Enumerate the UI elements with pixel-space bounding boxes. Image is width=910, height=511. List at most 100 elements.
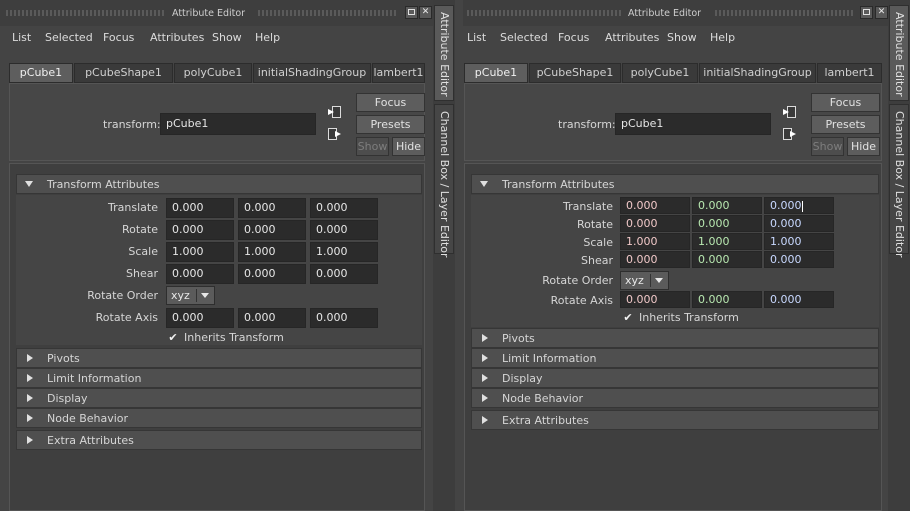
show-button[interactable]: Show — [356, 137, 389, 156]
scale-x-field[interactable]: 1.000 — [166, 242, 234, 262]
shear-z-field[interactable]: 0.000 — [310, 264, 378, 284]
rotate-axis-y-field[interactable]: 0.000 — [238, 308, 306, 328]
float-window-button[interactable] — [860, 6, 873, 19]
inherits-transform-checkbox[interactable]: ✔ — [622, 312, 634, 324]
translate-y-field[interactable]: 0.000 — [238, 198, 306, 218]
titlebar[interactable]: Attribute Editor ✕ — [463, 0, 890, 26]
menu-show[interactable]: Show — [667, 31, 697, 44]
window-title: Attribute Editor — [172, 8, 246, 19]
titlebar[interactable]: Attribute Editor ✕ — [0, 0, 433, 26]
translate-x-field[interactable]: 0.000 — [620, 197, 690, 214]
menu-selected[interactable]: Selected — [500, 31, 548, 44]
scale-y-field[interactable]: 1.000 — [692, 233, 762, 250]
section-display[interactable]: Display — [471, 368, 879, 388]
menu-list[interactable]: List — [12, 31, 31, 44]
menu-selected[interactable]: Selected — [45, 31, 93, 44]
close-window-button[interactable]: ✕ — [875, 6, 888, 19]
presets-button[interactable]: Presets — [356, 115, 425, 134]
tab-polycube1[interactable]: polyCube1 — [174, 63, 252, 83]
side-tab-attribute-editor[interactable]: Attribute Editor — [434, 5, 454, 101]
section-limit-information[interactable]: Limit Information — [471, 348, 879, 368]
section-extra-attributes[interactable]: Extra Attributes — [471, 410, 879, 430]
section-pivots[interactable]: Pivots — [471, 328, 879, 348]
side-tab-channel-box[interactable]: Channel Box / Layer Editor — [434, 104, 454, 258]
titlebar-grip[interactable] — [715, 10, 855, 16]
rotate-y-field[interactable]: 0.000 — [238, 220, 306, 240]
scale-x-field[interactable]: 1.000 — [620, 233, 690, 250]
tab-lambert1[interactable]: lambert1 — [372, 63, 425, 83]
focus-button[interactable]: Focus — [356, 93, 425, 112]
rotate-z-field[interactable]: 0.000 — [310, 220, 378, 240]
tab-pcubeshape1[interactable]: pCubeShape1 — [529, 63, 621, 83]
rotate-x-field[interactable]: 0.000 — [620, 215, 690, 232]
section-node-behavior[interactable]: Node Behavior — [471, 388, 879, 408]
node-name-field[interactable]: pCube1 — [615, 113, 771, 135]
translate-y-field[interactable]: 0.000 — [692, 197, 762, 214]
hide-button[interactable]: Hide — [847, 137, 880, 156]
close-window-button[interactable]: ✕ — [419, 6, 432, 19]
tab-polycube1[interactable]: polyCube1 — [622, 63, 698, 83]
section-transform-attributes[interactable]: Transform Attributes — [471, 174, 879, 194]
section-display[interactable]: Display — [16, 388, 422, 408]
scale-z-field[interactable]: 1.000 — [310, 242, 378, 262]
presets-button[interactable]: Presets — [811, 115, 880, 134]
tab-pcube1[interactable]: pCube1 — [464, 63, 528, 83]
side-tab-channel-box[interactable]: Channel Box / Layer Editor — [889, 104, 909, 258]
rotate-axis-y-field[interactable]: 0.000 — [692, 291, 762, 308]
menu-list[interactable]: List — [467, 31, 486, 44]
section-pivots[interactable]: Pivots — [16, 348, 422, 368]
show-button[interactable]: Show — [811, 137, 844, 156]
tab-pcubeshape1[interactable]: pCubeShape1 — [74, 63, 173, 83]
tab-lambert1[interactable]: lambert1 — [817, 63, 882, 83]
titlebar-grip[interactable] — [6, 10, 166, 16]
menu-attributes[interactable]: Attributes — [150, 31, 204, 44]
inherits-transform-checkbox[interactable]: ✔ — [167, 332, 179, 344]
section-transform-attributes[interactable]: Transform Attributes — [16, 174, 422, 194]
section-label: Transform Attributes — [47, 178, 160, 191]
menu-focus[interactable]: Focus — [103, 31, 134, 44]
select-connected-icon[interactable] — [783, 128, 797, 141]
menu-attributes[interactable]: Attributes — [605, 31, 659, 44]
select-connected-icon[interactable] — [328, 128, 342, 141]
rotate-axis-x-field[interactable]: 0.000 — [166, 308, 234, 328]
hide-button[interactable]: Hide — [392, 137, 425, 156]
rotate-order-dropdown[interactable]: xyz — [620, 271, 669, 290]
menu-show[interactable]: Show — [212, 31, 242, 44]
shear-y-field[interactable]: 0.000 — [238, 264, 306, 284]
shear-x-field[interactable]: 0.000 — [620, 251, 690, 268]
translate-x-field[interactable]: 0.000 — [166, 198, 234, 218]
shear-y-field[interactable]: 0.000 — [692, 251, 762, 268]
side-tab-attribute-editor[interactable]: Attribute Editor — [889, 5, 909, 101]
float-window-button[interactable] — [405, 6, 418, 19]
titlebar-grip[interactable] — [467, 10, 623, 16]
focus-button[interactable]: Focus — [811, 93, 880, 112]
menu-help[interactable]: Help — [255, 31, 280, 44]
translate-label: Translate — [563, 200, 613, 213]
tab-pcube1[interactable]: pCube1 — [9, 63, 73, 83]
rotate-axis-x-field[interactable]: 0.000 — [620, 291, 690, 308]
tab-initialshadinggroup[interactable]: initialShadingGroup — [699, 63, 816, 83]
shear-z-field[interactable]: 0.000 — [764, 251, 834, 268]
shear-x-field[interactable]: 0.000 — [166, 264, 234, 284]
select-node-icon[interactable] — [328, 106, 342, 119]
menu-help[interactable]: Help — [710, 31, 735, 44]
menu-focus[interactable]: Focus — [558, 31, 589, 44]
section-limit-information[interactable]: Limit Information — [16, 368, 422, 388]
select-node-icon[interactable] — [783, 106, 797, 119]
section-extra-attributes[interactable]: Extra Attributes — [16, 430, 422, 450]
rotate-axis-z-field[interactable]: 0.000 — [764, 291, 834, 308]
tab-initialshadinggroup[interactable]: initialShadingGroup — [253, 63, 371, 83]
rotate-order-dropdown[interactable]: xyz — [166, 286, 215, 305]
titlebar-grip[interactable] — [258, 10, 398, 16]
scale-y-field[interactable]: 1.000 — [238, 242, 306, 262]
scale-z-field[interactable]: 1.000 — [764, 233, 834, 250]
node-name-field[interactable]: pCube1 — [160, 113, 316, 135]
rotate-y-field[interactable]: 0.000 — [692, 215, 762, 232]
rotate-axis-z-field[interactable]: 0.000 — [310, 308, 378, 328]
rotate-z-field[interactable]: 0.000 — [764, 215, 834, 232]
section-node-behavior[interactable]: Node Behavior — [16, 408, 422, 428]
translate-z-field[interactable]: 0.000 — [310, 198, 378, 218]
rotate-x-field[interactable]: 0.000 — [166, 220, 234, 240]
translate-z-field[interactable]: 0.000 — [764, 197, 834, 214]
close-icon: ✕ — [421, 7, 430, 17]
